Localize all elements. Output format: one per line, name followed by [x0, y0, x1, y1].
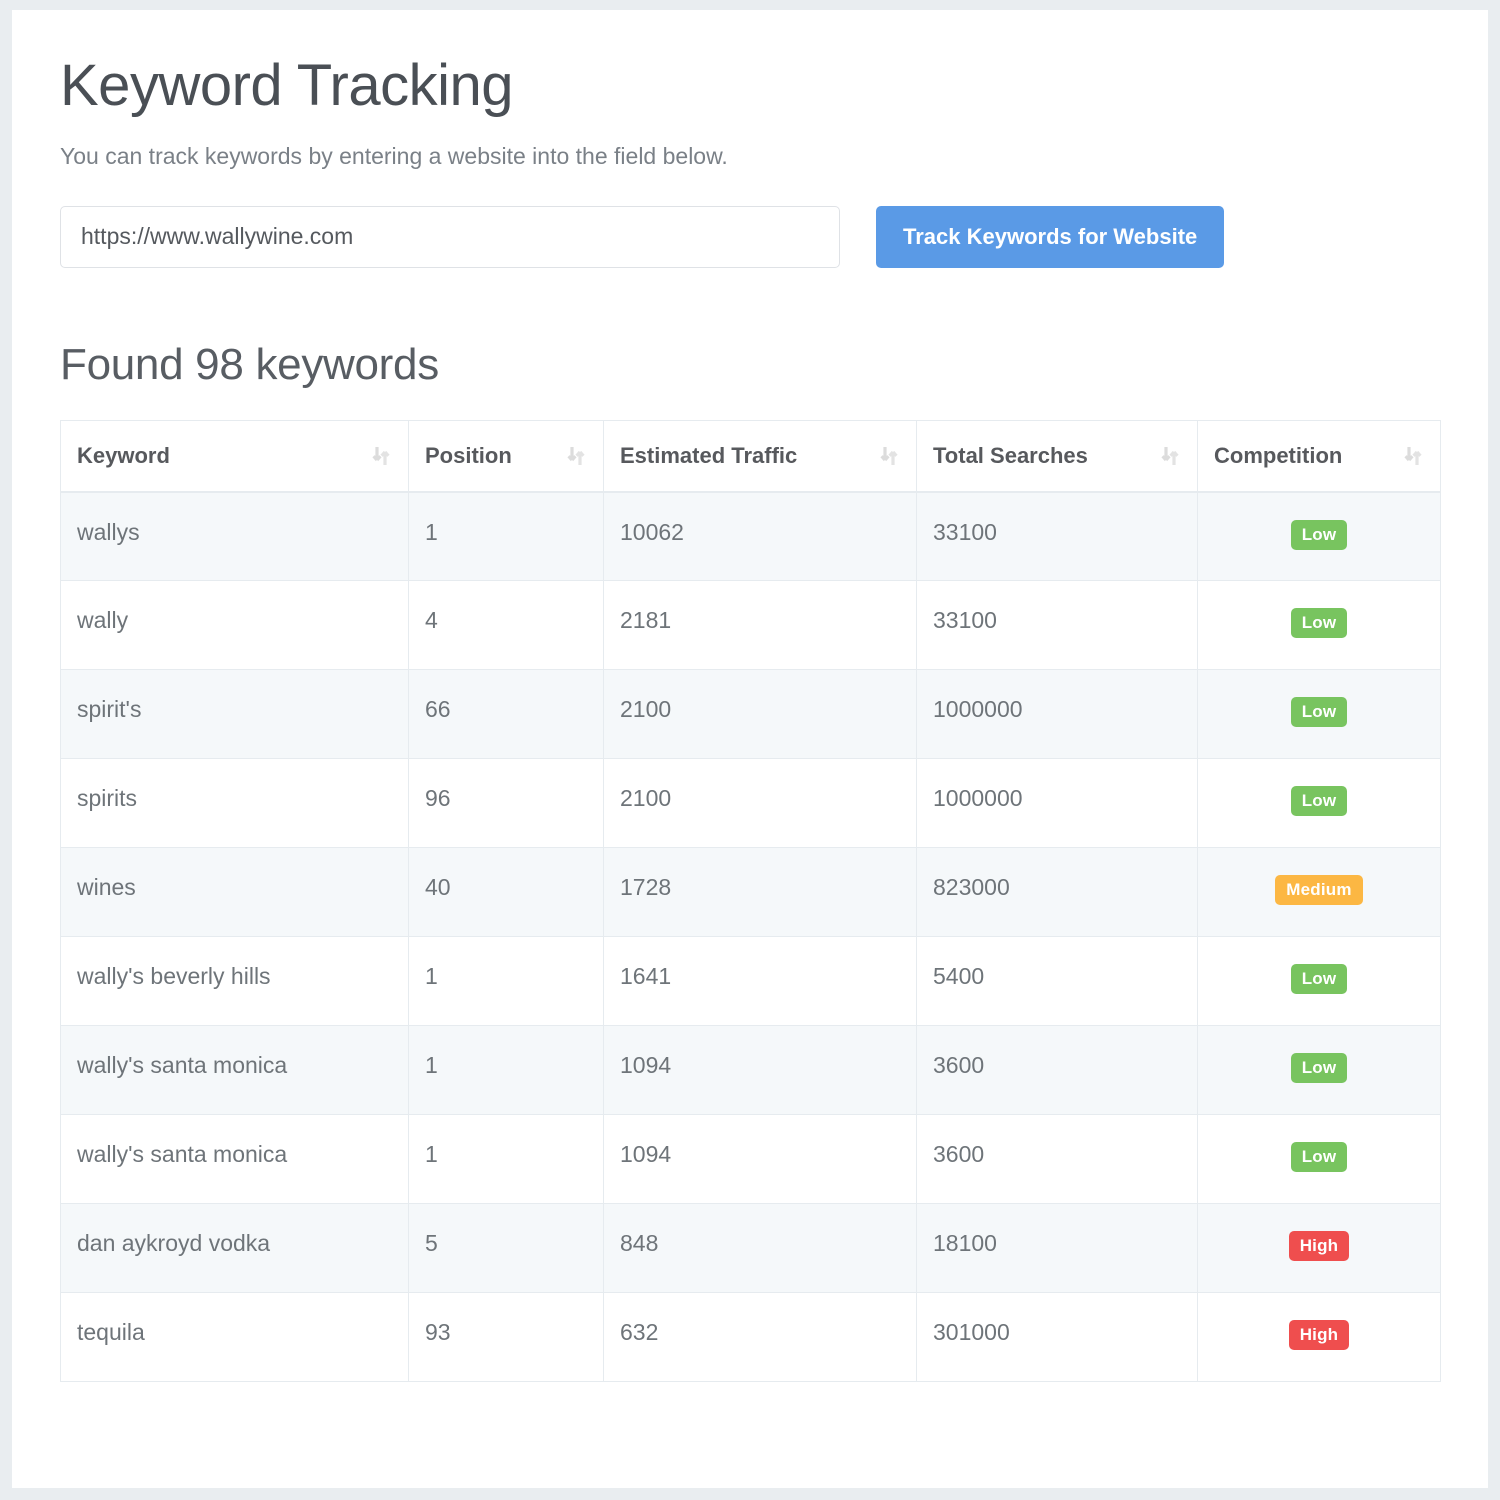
total-searches-cell: 3600 [917, 1115, 1198, 1204]
table-row: dan aykroyd vodka584818100 High [61, 1204, 1441, 1293]
table-row: wally's beverly hills116415400 Low [61, 937, 1441, 1026]
column-header-label: Estimated Traffic [620, 443, 797, 469]
table-body: wallys11006233100Lowwally4218133100Lowsp… [61, 492, 1441, 1382]
table-row: wallys11006233100 Low [61, 492, 1441, 581]
keyword-cell: wally's santa monica [61, 1115, 409, 1204]
sort-icon[interactable] [880, 444, 898, 468]
total-searches-cell: 1000000 [917, 670, 1198, 759]
page-subtitle: You can track keywords by entering a web… [60, 143, 1440, 170]
estimated-traffic-cell: 848 [604, 1204, 917, 1293]
estimated-traffic-cell: 2181 [604, 581, 917, 670]
table-row: wines401728823000 Medium [61, 848, 1441, 937]
keyword-cell: dan aykroyd vodka [61, 1204, 409, 1293]
position-cell: 1 [409, 492, 604, 581]
table-row: wally's santa monica110943600 Low [61, 1026, 1441, 1115]
table-row: wally's santa monica110943600 Low [61, 1115, 1441, 1204]
keyword-cell: spirit's [61, 670, 409, 759]
column-header-keyword[interactable]: Keyword [61, 420, 409, 492]
total-searches-cell: 18100 [917, 1204, 1198, 1293]
estimated-traffic-cell: 1641 [604, 937, 917, 1026]
competition-cell: Low [1198, 1115, 1441, 1204]
competition-badge: Low [1291, 697, 1348, 727]
table-row: wally4218133100 Low [61, 581, 1441, 670]
competition-badge: High [1289, 1231, 1350, 1261]
sort-icon[interactable] [567, 444, 585, 468]
sort-icon[interactable] [372, 444, 390, 468]
column-header-label: Keyword [77, 443, 170, 469]
page-root: Keyword Tracking You can track keywords … [0, 0, 1500, 1500]
keyword-search-form: Track Keywords for Website [60, 206, 1440, 268]
estimated-traffic-cell: 1094 [604, 1026, 917, 1115]
column-header-competition[interactable]: Competition [1198, 420, 1441, 492]
competition-badge: Medium [1275, 875, 1362, 905]
keyword-cell: tequila [61, 1293, 409, 1382]
estimated-traffic-cell: 1094 [604, 1115, 917, 1204]
website-url-input[interactable] [60, 206, 840, 268]
page-title: Keyword Tracking [60, 56, 1440, 117]
competition-badge: Low [1291, 520, 1348, 550]
competition-badge: Low [1291, 608, 1348, 638]
competition-badge: Low [1291, 1053, 1348, 1083]
keyword-cell: spirits [61, 759, 409, 848]
keyword-cell: wally's santa monica [61, 1026, 409, 1115]
column-header-estimated-traffic[interactable]: Estimated Traffic [604, 420, 917, 492]
table-row: tequila93632301000 High [61, 1293, 1441, 1382]
competition-cell: Low [1198, 581, 1441, 670]
position-cell: 93 [409, 1293, 604, 1382]
column-header-total-searches[interactable]: Total Searches [917, 420, 1198, 492]
position-cell: 4 [409, 581, 604, 670]
total-searches-cell: 1000000 [917, 759, 1198, 848]
estimated-traffic-cell: 1728 [604, 848, 917, 937]
estimated-traffic-cell: 10062 [604, 492, 917, 581]
column-header-position[interactable]: Position [409, 420, 604, 492]
competition-badge: Low [1291, 786, 1348, 816]
competition-cell: Low [1198, 492, 1441, 581]
total-searches-cell: 5400 [917, 937, 1198, 1026]
keywords-table-wrapper: Keyword [60, 420, 1440, 1383]
total-searches-cell: 33100 [917, 581, 1198, 670]
total-searches-cell: 301000 [917, 1293, 1198, 1382]
column-header-label: Total Searches [933, 443, 1088, 469]
keyword-cell: wallys [61, 492, 409, 581]
table-head: Keyword [61, 420, 1441, 492]
position-cell: 66 [409, 670, 604, 759]
competition-cell: Low [1198, 759, 1441, 848]
competition-badge: High [1289, 1320, 1350, 1350]
competition-cell: Medium [1198, 848, 1441, 937]
column-header-label: Competition [1214, 443, 1342, 469]
position-cell: 96 [409, 759, 604, 848]
competition-badge: Low [1291, 964, 1348, 994]
track-keywords-button[interactable]: Track Keywords for Website [876, 206, 1224, 268]
competition-badge: Low [1291, 1142, 1348, 1172]
column-header-label: Position [425, 443, 512, 469]
position-cell: 40 [409, 848, 604, 937]
keyword-cell: wally [61, 581, 409, 670]
table-header-row: Keyword [61, 420, 1441, 492]
total-searches-cell: 33100 [917, 492, 1198, 581]
total-searches-cell: 3600 [917, 1026, 1198, 1115]
competition-cell: Low [1198, 670, 1441, 759]
keyword-cell: wally's beverly hills [61, 937, 409, 1026]
estimated-traffic-cell: 2100 [604, 759, 917, 848]
table-row: spirits9621001000000 Low [61, 759, 1441, 848]
competition-cell: High [1198, 1293, 1441, 1382]
position-cell: 1 [409, 1115, 604, 1204]
competition-cell: Low [1198, 937, 1441, 1026]
position-cell: 1 [409, 937, 604, 1026]
estimated-traffic-cell: 2100 [604, 670, 917, 759]
keyword-cell: wines [61, 848, 409, 937]
sort-icon[interactable] [1161, 444, 1179, 468]
content-card: Keyword Tracking You can track keywords … [12, 10, 1488, 1488]
position-cell: 5 [409, 1204, 604, 1293]
competition-cell: High [1198, 1204, 1441, 1293]
table-row: spirit's6621001000000 Low [61, 670, 1441, 759]
competition-cell: Low [1198, 1026, 1441, 1115]
position-cell: 1 [409, 1026, 604, 1115]
keywords-table: Keyword [60, 420, 1441, 1383]
estimated-traffic-cell: 632 [604, 1293, 917, 1382]
total-searches-cell: 823000 [917, 848, 1198, 937]
sort-icon[interactable] [1404, 444, 1422, 468]
results-heading: Found 98 keywords [60, 340, 1440, 390]
